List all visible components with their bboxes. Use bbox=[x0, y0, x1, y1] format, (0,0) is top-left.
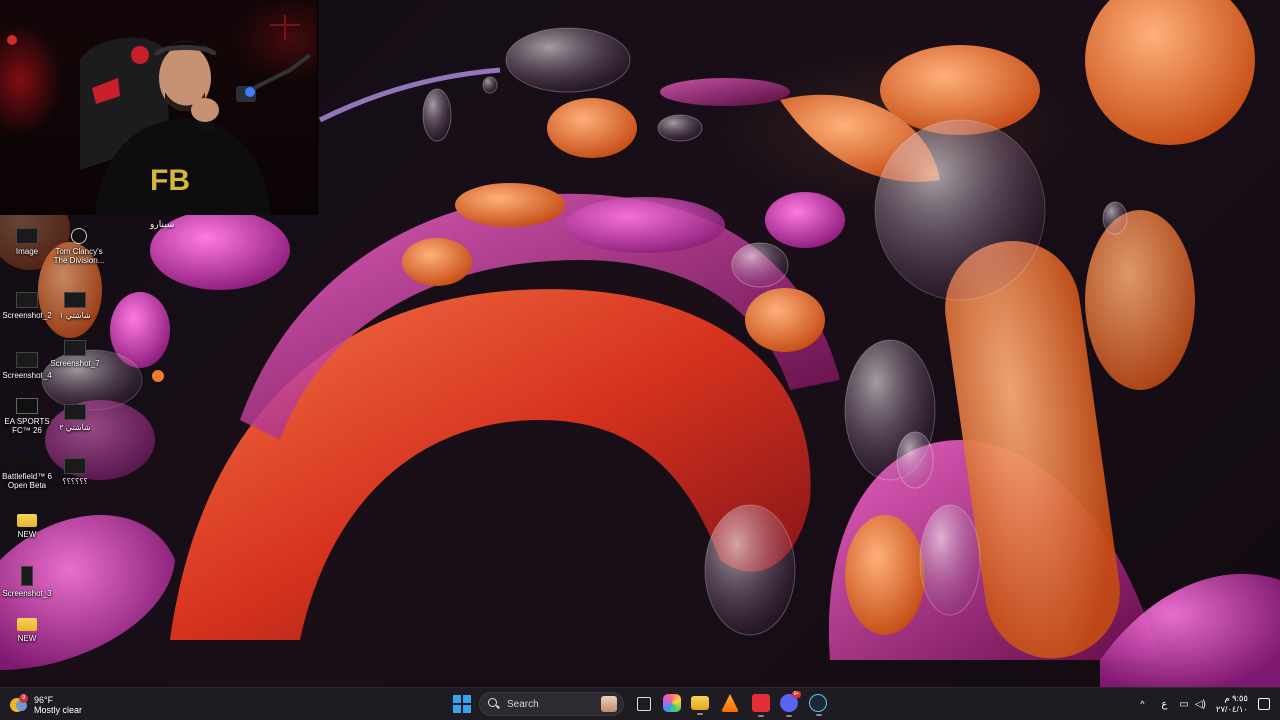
folder-icon[interactable] bbox=[691, 696, 709, 715]
steam-icon[interactable] bbox=[809, 694, 827, 716]
weather-temperature: 96°F bbox=[34, 695, 54, 705]
desktop-icon-label: Screenshot_2 bbox=[2, 311, 52, 320]
chevron-up-icon[interactable]: ^ bbox=[1137, 699, 1147, 709]
desktop-icon-label: EA SPORTS FC™ 26 bbox=[4, 417, 50, 435]
desktop-icon-label: NEW bbox=[17, 634, 37, 643]
start-button[interactable] bbox=[451, 693, 473, 715]
desktop-icon[interactable]: EA SPORTS FC™ 26 bbox=[0, 398, 54, 435]
desktop-icon[interactable]: Image bbox=[0, 228, 54, 256]
taskbar: 9 96°F Mostly clear Search 9+ ^ ع ▭ ◁) ٩… bbox=[0, 687, 1280, 720]
screenshot-file-icon bbox=[16, 352, 38, 368]
desktop-icon-label: Screenshot_4 bbox=[2, 371, 52, 380]
desktop-icon[interactable]: NEW bbox=[0, 514, 54, 539]
folder-icon bbox=[17, 618, 37, 631]
desktop-icon[interactable]: Screenshot_7 bbox=[48, 340, 102, 368]
volume-icon: ◁) bbox=[1194, 698, 1206, 710]
screenshot-file-icon bbox=[64, 404, 86, 420]
weather-sun-moon-icon: 9 bbox=[10, 694, 28, 714]
desktop-icon-label: Battlefield™ 6 Open Beta bbox=[2, 472, 52, 490]
screenshot-file-icon bbox=[64, 340, 86, 356]
system-tray: ^ ع ▭ ◁) ٩:٥٥ م ٢٧/٠٤/١٠ bbox=[1137, 688, 1270, 720]
desktop-icon-label: ؟؟؟؟؟؟ bbox=[62, 477, 88, 486]
desktop-icon-label: Image bbox=[15, 247, 39, 256]
desktop-icon[interactable]: NEW bbox=[0, 618, 54, 643]
search-box[interactable]: Search bbox=[479, 692, 624, 716]
red-app-icon[interactable] bbox=[752, 694, 770, 717]
language-indicator[interactable]: ع bbox=[1161, 699, 1167, 710]
desktop-icon-label: NEW bbox=[17, 530, 37, 539]
webcam-overlay: FB bbox=[0, 0, 318, 215]
desktop-icon[interactable]: شاشتي ٢ bbox=[48, 404, 102, 432]
desktop-icon-label: Screenshot_3 bbox=[2, 589, 52, 598]
notification-icon[interactable] bbox=[1258, 698, 1270, 710]
desktop-icon-label: شاشتي ٢ bbox=[59, 423, 91, 432]
network-icon: ▭ bbox=[1179, 698, 1189, 710]
desktop-icon[interactable]: Screenshot_4 bbox=[0, 352, 54, 380]
system-icons[interactable]: ▭ ◁) bbox=[1179, 699, 1205, 710]
screenshot-file-icon bbox=[16, 292, 38, 308]
overlay-label: سينارو bbox=[150, 219, 175, 229]
division-game-icon bbox=[71, 228, 87, 244]
weather-badge: 9 bbox=[19, 694, 28, 703]
clock[interactable]: ٩:٥٥ م ٢٧/٠٤/١٠ bbox=[1216, 693, 1248, 715]
screenshot-file-icon bbox=[21, 566, 33, 586]
clock-date: ٢٧/٠٤/١٠ bbox=[1215, 704, 1248, 714]
search-label: Search bbox=[507, 698, 539, 710]
folder-icon bbox=[17, 514, 37, 527]
weather-widget[interactable]: 9 96°F Mostly clear bbox=[10, 692, 82, 718]
task-view-button[interactable] bbox=[637, 697, 651, 711]
aimp-icon[interactable] bbox=[721, 694, 739, 712]
copilot-icon[interactable] bbox=[663, 694, 681, 712]
battlefield-game-icon bbox=[17, 455, 37, 469]
desktop-icon[interactable]: شاشتي ١ bbox=[48, 292, 102, 320]
desktop-icon[interactable]: Screenshot_2 bbox=[0, 292, 54, 320]
streamer-figure: FB bbox=[7, 15, 312, 215]
search-icon bbox=[488, 698, 500, 710]
discord-icon[interactable]: 9+ bbox=[780, 691, 801, 717]
desktop-icon[interactable]: ؟؟؟؟؟؟ bbox=[48, 458, 102, 486]
search-highlight-image bbox=[601, 696, 617, 712]
desktop-icon[interactable]: Screenshot_3 bbox=[0, 566, 54, 598]
desktop-icon[interactable]: Tom Clancy's The Division... bbox=[52, 228, 106, 265]
screenshot-file-icon bbox=[64, 292, 86, 308]
desktop-icon[interactable]: Battlefield™ 6 Open Beta bbox=[0, 455, 54, 490]
ea-sports-game-icon bbox=[16, 398, 38, 414]
desktop-icon-label: شاشتي ١ bbox=[59, 311, 91, 320]
svg-text:FB: FB bbox=[150, 164, 190, 197]
screenshot-file-icon bbox=[64, 458, 86, 474]
clock-time: ٩:٥٥ م bbox=[1224, 693, 1248, 703]
desktop-icon-label: Screenshot_7 bbox=[50, 359, 100, 368]
discord-badge: 9+ bbox=[792, 691, 801, 698]
weather-condition: Mostly clear bbox=[34, 705, 83, 715]
image-file-icon bbox=[16, 228, 38, 244]
desktop-icon-label: Tom Clancy's The Division... bbox=[53, 247, 105, 265]
